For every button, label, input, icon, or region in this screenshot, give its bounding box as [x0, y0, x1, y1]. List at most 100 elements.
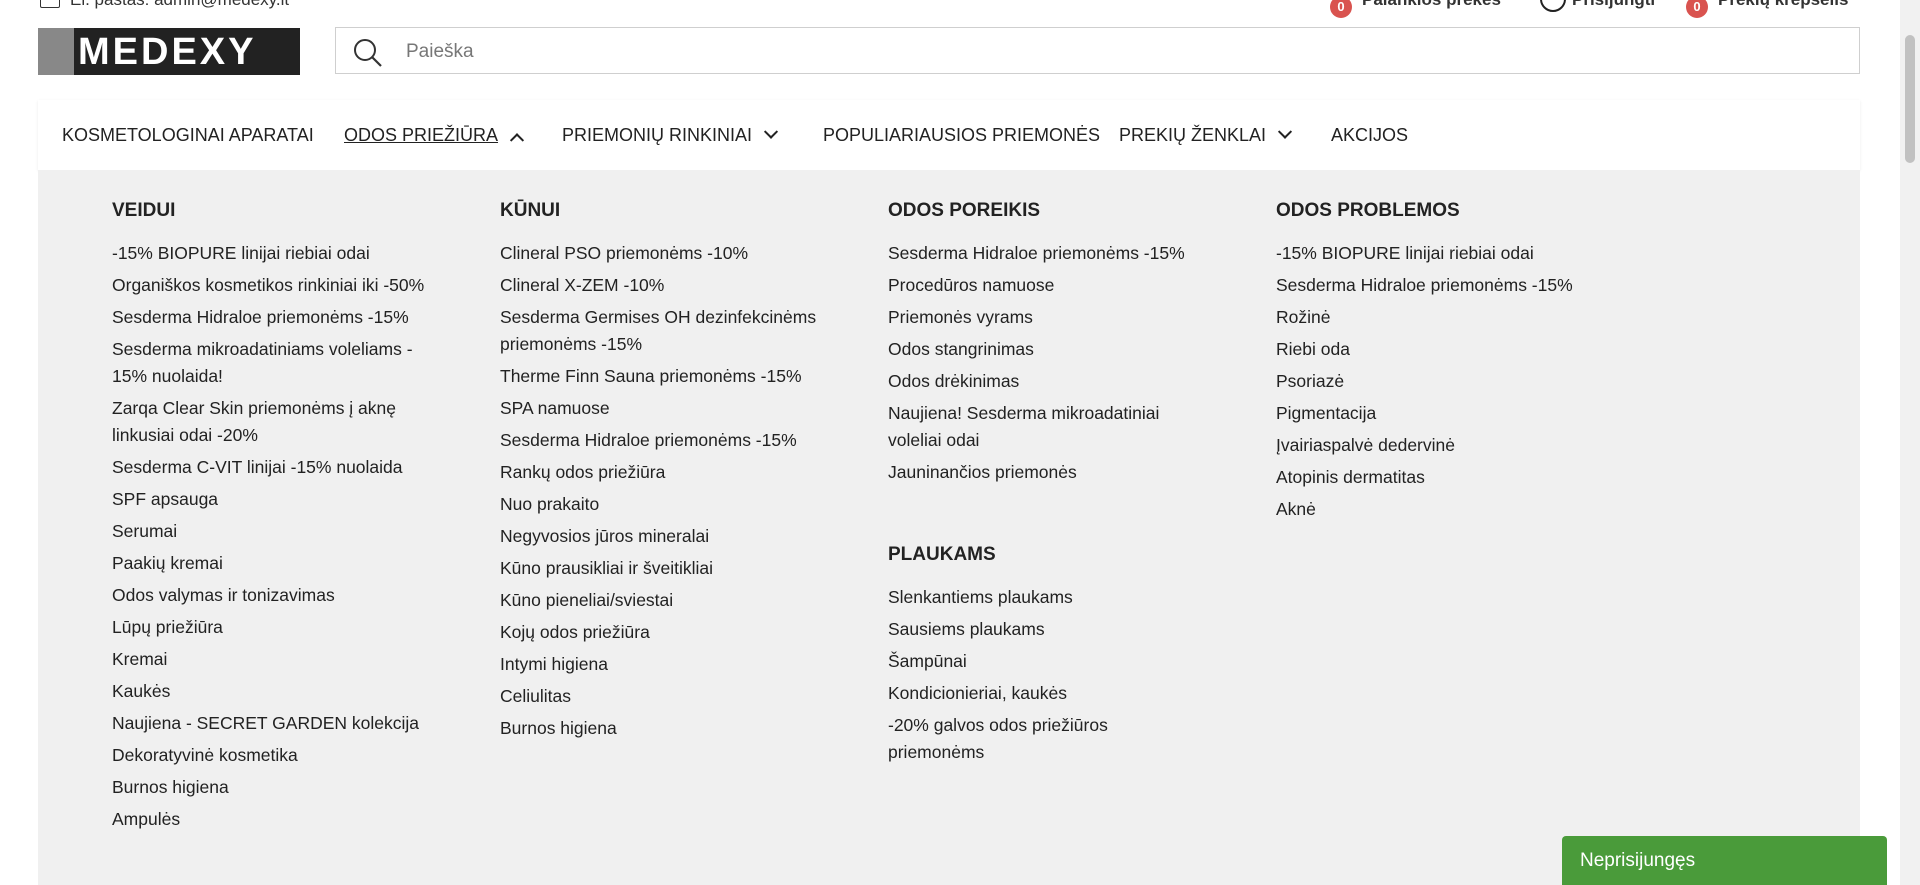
menu-link[interactable]: Sesderma C-VIT linijai -15% nuolaida [112, 454, 432, 481]
menu-link[interactable]: Odos stangrinimas [888, 336, 1208, 363]
nav-item-label: AKCIJOS [1331, 125, 1409, 145]
nav-item-label: ODOS PRIEŽIŪRA [344, 125, 499, 145]
menu-link[interactable]: Rožinė [1276, 304, 1636, 331]
link-list: Slenkantiems plaukams Sausiems plaukams Ša… [888, 584, 1208, 766]
menu-link[interactable]: Kremai [112, 646, 432, 673]
menu-link[interactable]: Procedūros namuose [888, 272, 1208, 299]
menu-link[interactable]: Ampulės [112, 806, 432, 833]
menu-link[interactable]: Sesderma Hidraloe priemonėms -15% [1276, 272, 1636, 299]
nav-item-populiariausios-priemones[interactable]: POPULIARIAUSIOS PRIEMONĖS [823, 100, 1100, 170]
menu-link[interactable]: Kaukės [112, 678, 432, 705]
column-heading[interactable]: KŪNUI [500, 200, 820, 222]
column-heading[interactable]: VEIDUI [112, 200, 432, 222]
menu-link[interactable]: Rankų odos priežiūra [500, 459, 820, 486]
menu-link[interactable]: Sesderma Germises OH dezinfekcinėms prie… [500, 304, 820, 358]
menu-link[interactable]: Negyvosios jūros mineralai [500, 523, 820, 550]
menu-link[interactable]: Zarqa Clear Skin priemonėms į aknę linku… [112, 395, 432, 449]
nav-item-prekiu-zenklai[interactable]: PREKIŲ ŽENKLAI [1119, 100, 1293, 170]
column-heading[interactable]: PLAUKAMS [888, 544, 1208, 566]
menu-link[interactable]: Odos valymas ir tonizavimas [112, 582, 432, 609]
search-bar[interactable] [335, 27, 1860, 74]
menu-column-odos-problemos: ODOS PROBLEMOS -15% BIOPURE linijai rieb… [1276, 200, 1636, 528]
menu-link[interactable]: Priemonės vyrams [888, 304, 1208, 331]
page-scrollbar[interactable] [1900, 0, 1920, 885]
menu-link[interactable]: Intymi higiena [500, 651, 820, 678]
menu-link[interactable]: Sesderma Hidraloe priemonėms -15% [112, 304, 432, 331]
menu-link[interactable]: Celiulitas [500, 683, 820, 710]
menu-link[interactable]: Odos drėkinimas [888, 368, 1208, 395]
menu-link[interactable]: Burnos higiena [500, 715, 820, 742]
menu-link[interactable]: Serumai [112, 518, 432, 545]
menu-link[interactable]: Naujiena - SECRET GARDEN kolekcija [112, 710, 432, 737]
favorites-label: Palankios prekės [1362, 0, 1501, 10]
menu-link[interactable]: Aknė [1276, 496, 1636, 523]
menu-link[interactable]: Atopinis dermatitas [1276, 464, 1636, 491]
nav-item-kosmetologiniai-aparatai[interactable]: KOSMETOLOGINAI APARATAI [62, 100, 314, 170]
cart-count-badge: 0 [1686, 0, 1708, 18]
top-info-strip: El. paštas: admin@medexy.lt 0 Palankios … [0, 0, 1880, 18]
menu-link[interactable]: Psoriazė [1276, 368, 1636, 395]
menu-link[interactable]: SPF apsauga [112, 486, 432, 513]
menu-link[interactable]: Sesderma Hidraloe priemonėms -15% [888, 240, 1208, 267]
menu-link[interactable]: Burnos higiena [112, 774, 432, 801]
link-list: Clineral PSO priemonėms -10% Clineral X-Z… [500, 240, 820, 742]
contact-email[interactable]: El. paštas: admin@medexy.lt [70, 0, 289, 10]
column-heading[interactable]: ODOS PROBLEMOS [1276, 200, 1636, 222]
logo-text: MEDEXY [78, 31, 257, 73]
menu-link[interactable]: Pigmentacija [1276, 400, 1636, 427]
menu-link[interactable]: Jauninančios priemonės [888, 459, 1208, 486]
user-icon [1540, 0, 1566, 12]
menu-link[interactable]: Organiškos kosmetikos rinkiniai iki -50% [112, 272, 432, 299]
menu-column-kunui: KŪNUI Clineral PSO priemonėms -10% Cliner… [500, 200, 820, 747]
menu-link[interactable]: Kūno pieneliai/sviestai [500, 587, 820, 614]
menu-link[interactable]: Naujiena! Sesderma mikroadatiniai voleli… [888, 400, 1208, 454]
menu-link[interactable]: -15% BIOPURE linijai riebiai odai [112, 240, 432, 267]
menu-link[interactable]: Dekoratyvinė kosmetika [112, 742, 432, 769]
menu-link[interactable]: Riebi oda [1276, 336, 1636, 363]
menu-link[interactable]: Įvairiaspalvė dedervinė [1276, 432, 1636, 459]
menu-link[interactable]: Slenkantiems plaukams [888, 584, 1208, 611]
logo-accent [38, 28, 74, 75]
menu-link[interactable]: Sesderma Hidraloe priemonėms -15% [500, 427, 820, 454]
nav-item-priemoniu-rinkiniai[interactable]: PRIEMONIŲ RINKINIAI [562, 100, 779, 170]
menu-link[interactable]: SPA namuose [500, 395, 820, 422]
menu-link[interactable]: Sausiems plaukams [888, 616, 1208, 643]
nav-item-odos-prieziura[interactable]: ODOS PRIEŽIŪRA [344, 100, 525, 170]
nav-item-label: PRIEMONIŲ RINKINIAI [562, 125, 753, 145]
search-icon[interactable] [352, 37, 384, 69]
menu-link[interactable]: -20% galvos odos priežiūros priemonėms [888, 712, 1208, 766]
link-list: -15% BIOPURE linijai riebiai odai Sesderm… [1276, 240, 1636, 523]
menu-link[interactable]: Paakių kremai [112, 550, 432, 577]
menu-link[interactable]: Therme Finn Sauna priemonėms -15% [500, 363, 820, 390]
nav-item-label: PREKIŲ ŽENKLAI [1119, 125, 1267, 145]
chat-widget[interactable]: Neprisijungęs [1562, 836, 1887, 885]
menu-link[interactable]: Clineral PSO priemonėms -10% [500, 240, 820, 267]
mail-icon [40, 0, 60, 8]
menu-link[interactable]: -15% BIOPURE linijai riebiai odai [1276, 240, 1636, 267]
menu-link[interactable]: Kondicionieriai, kaukės [888, 680, 1208, 707]
menu-column-veidui: VEIDUI -15% BIOPURE linijai riebiai odai… [112, 200, 432, 838]
menu-link[interactable]: Clineral X-ZEM -10% [500, 272, 820, 299]
chevron-up-icon [509, 133, 525, 148]
nav-item-akcijos[interactable]: AKCIJOS [1331, 100, 1408, 170]
favorites-count-badge: 0 [1330, 0, 1352, 18]
menu-link[interactable]: Sesderma mikroadatiniams voleliams - 15%… [112, 336, 432, 390]
search-input[interactable] [404, 36, 1808, 68]
cart-label: Prekių krepšelis [1718, 0, 1848, 10]
nav-item-label: KOSMETOLOGINAI APARATAI [62, 125, 314, 145]
scrollbar-thumb[interactable] [1905, 35, 1915, 163]
menu-link[interactable]: Nuo prakaito [500, 491, 820, 518]
menu-link[interactable]: Lūpų priežiūra [112, 614, 432, 641]
menu-link[interactable]: Kūno prausikliai ir šveitikliai [500, 555, 820, 582]
menu-link[interactable]: Kojų odos priežiūra [500, 619, 820, 646]
menu-link[interactable]: Šampūnai [888, 648, 1208, 675]
chevron-down-icon [763, 124, 779, 140]
link-list: Sesderma Hidraloe priemonėms -15% Procedū… [888, 240, 1208, 486]
link-list: -15% BIOPURE linijai riebiai odai Organiš… [112, 240, 432, 833]
site-logo[interactable]: MEDEXY [38, 28, 300, 75]
column-heading[interactable]: ODOS POREIKIS [888, 200, 1208, 222]
main-nav: KOSMETOLOGINAI APARATAI ODOS PRIEŽIŪRA P… [38, 100, 1860, 170]
mega-menu: VEIDUI -15% BIOPURE linijai riebiai odai… [38, 170, 1860, 885]
login-label: Prisijungti [1572, 0, 1655, 10]
menu-column-odos-poreikis: ODOS POREIKIS Sesderma Hidraloe priemonė… [888, 200, 1208, 771]
